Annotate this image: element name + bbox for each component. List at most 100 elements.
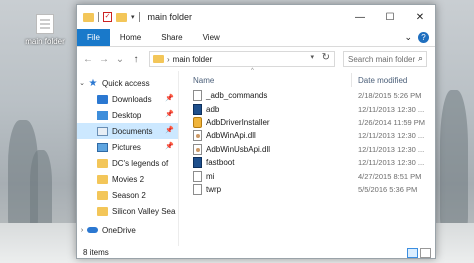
properties-icon[interactable]: ✓ — [103, 12, 112, 22]
installer-icon — [193, 116, 202, 128]
document-icon — [193, 90, 202, 102]
back-button[interactable]: ← — [81, 51, 95, 67]
document-icon — [193, 183, 202, 195]
file-row[interactable]: AdbDriverInstaller 1/26/2014 11:59 PM — [179, 116, 435, 129]
column-header-date-modified[interactable]: Date modified — [351, 73, 407, 87]
address-field[interactable]: › main folder ▾ ↻ — [149, 51, 335, 67]
quick-access-toolbar: ✓ ▾ — [77, 12, 140, 22]
file-row[interactable]: AdbWinApi.dll 12/11/2013 12:30 ... — [179, 129, 435, 142]
download-icon — [97, 94, 108, 104]
onedrive-icon — [87, 227, 98, 233]
sidebar-item-label: Season 2 — [112, 190, 146, 200]
desktop-icon-label: main folder — [25, 37, 65, 46]
customize-toolbar-icon[interactable]: ▾ — [131, 13, 135, 21]
recent-locations-button[interactable]: ⌄ — [113, 51, 127, 67]
folder-icon — [97, 206, 108, 216]
sidebar-item-label: Desktop — [112, 110, 142, 120]
file-name: AdbWinUsbApi.dll — [206, 144, 271, 154]
file-name: AdbDriverInstaller — [206, 117, 270, 127]
file-row[interactable]: twrp 5/5/2016 5:36 PM — [179, 183, 435, 196]
window-title: main folder — [147, 12, 193, 22]
sidebar-item-label: Downloads — [112, 94, 152, 104]
sidebar-item-silicon-valley[interactable]: Silicon Valley Sea — [77, 203, 178, 219]
navigation-pane: ⌄ ★ Quick access Downloads 📌 Desktop 📌 D… — [77, 71, 179, 246]
file-row[interactable]: adb 12/11/2013 12:30 ... — [179, 102, 435, 115]
sidebar-item-documents[interactable]: Documents 📌 — [77, 123, 178, 139]
sidebar-item-label: Silicon Valley Sea — [112, 206, 176, 216]
desktop-folder-icon[interactable]: main folder — [20, 14, 70, 46]
file-date: 4/27/2015 8:51 PM — [358, 171, 422, 181]
search-icon: ⌕ — [417, 53, 423, 63]
file-name: adb — [206, 104, 220, 114]
chevron-right-icon[interactable]: › — [77, 227, 87, 234]
column-headers: ^ Name Date modified — [179, 68, 435, 89]
sidebar-item-quick-access[interactable]: ⌄ ★ Quick access — [77, 75, 178, 91]
new-folder-icon[interactable] — [116, 12, 127, 22]
help-icon[interactable]: ? — [418, 32, 429, 43]
pin-icon: 📌 — [165, 143, 174, 150]
documents-icon — [97, 126, 108, 136]
refresh-icon[interactable]: ↻ — [322, 52, 330, 63]
file-row[interactable]: _adb_commands 2/18/2015 5:26 PM — [179, 89, 435, 102]
file-name: twrp — [206, 184, 222, 194]
file-row[interactable]: fastboot 12/11/2013 12:30 ... — [179, 156, 435, 169]
folder-icon — [97, 190, 108, 200]
sidebar-item-dcs-legends[interactable]: DC's legends of — [77, 155, 178, 171]
pictures-icon — [97, 142, 108, 152]
sidebar-item-movies-2[interactable]: Movies 2 — [77, 171, 178, 187]
file-row[interactable]: AdbWinUsbApi.dll 12/11/2013 12:30 ... — [179, 143, 435, 156]
minimize-button[interactable]: — — [345, 5, 375, 29]
sort-ascending-icon: ^ — [251, 67, 254, 74]
ribbon-tabs: File Home Share View ⌄ ? — [77, 29, 435, 47]
file-name: AdbWinApi.dll — [206, 131, 256, 141]
sidebar-item-downloads[interactable]: Downloads 📌 — [77, 91, 178, 107]
sidebar-item-onedrive[interactable]: › OneDrive — [77, 222, 178, 238]
folder-icon — [83, 12, 94, 22]
sidebar-item-label: Pictures — [112, 142, 141, 152]
search-input[interactable]: Search main folder ⌕ — [343, 51, 427, 67]
title-bar: ✓ ▾ main folder — ☐ ✕ — [77, 5, 435, 29]
breadcrumb-main-folder[interactable]: main folder — [173, 55, 213, 64]
tab-file[interactable]: File — [77, 29, 110, 46]
file-date: 1/26/2014 11:59 PM — [358, 117, 425, 127]
maximize-button[interactable]: ☐ — [375, 5, 405, 29]
chevron-down-icon[interactable]: ⌄ — [77, 79, 87, 87]
sidebar-item-pictures[interactable]: Pictures 📌 — [77, 139, 178, 155]
file-date: 12/11/2013 12:30 ... — [358, 104, 425, 114]
up-button[interactable]: ↑ — [129, 51, 143, 67]
file-name: _adb_commands — [206, 91, 268, 101]
dll-icon — [193, 143, 202, 155]
sidebar-item-label: OneDrive — [102, 225, 136, 235]
file-date: 12/11/2013 12:30 ... — [358, 131, 425, 141]
executable-icon — [193, 103, 202, 115]
address-bar: ← → ⌄ ↑ › main folder ▾ ↻ Search main fo… — [77, 47, 435, 71]
sidebar-item-label: Movies 2 — [112, 174, 145, 184]
forward-button[interactable]: → — [97, 51, 111, 67]
tab-home[interactable]: Home — [110, 29, 151, 46]
file-date: 5/5/2016 5:36 PM — [358, 184, 418, 194]
large-icons-view-icon[interactable] — [420, 248, 431, 258]
file-date: 12/11/2013 12:30 ... — [358, 158, 425, 168]
tab-view[interactable]: View — [193, 29, 230, 46]
folder-icon — [97, 158, 108, 168]
file-date: 12/11/2013 12:30 ... — [358, 144, 425, 154]
expand-ribbon-icon[interactable]: ⌄ — [404, 32, 412, 43]
sidebar-item-label: Quick access — [102, 78, 150, 88]
sidebar-item-season-2[interactable]: Season 2 — [77, 187, 178, 203]
document-icon — [36, 14, 54, 34]
sidebar-item-desktop[interactable]: Desktop 📌 — [77, 107, 178, 123]
pin-icon: 📌 — [165, 95, 174, 102]
tab-share[interactable]: Share — [151, 29, 192, 46]
breadcrumb-separator[interactable]: › — [167, 55, 170, 64]
status-bar: 8 items — [77, 246, 435, 258]
close-button[interactable]: ✕ — [405, 5, 435, 29]
sidebar-item-label: DC's legends of — [112, 158, 169, 168]
column-header-name[interactable]: ^ Name — [179, 68, 351, 85]
file-list: ^ Name Date modified _adb_commands 2/18/… — [179, 68, 435, 246]
star-icon: ★ — [88, 77, 98, 89]
chevron-down-icon[interactable]: ▾ — [310, 53, 314, 61]
details-view-icon[interactable] — [407, 248, 418, 258]
file-row[interactable]: mi 4/27/2015 8:51 PM — [179, 169, 435, 182]
executable-icon — [193, 157, 202, 169]
search-placeholder: Search main folder — [348, 54, 416, 64]
